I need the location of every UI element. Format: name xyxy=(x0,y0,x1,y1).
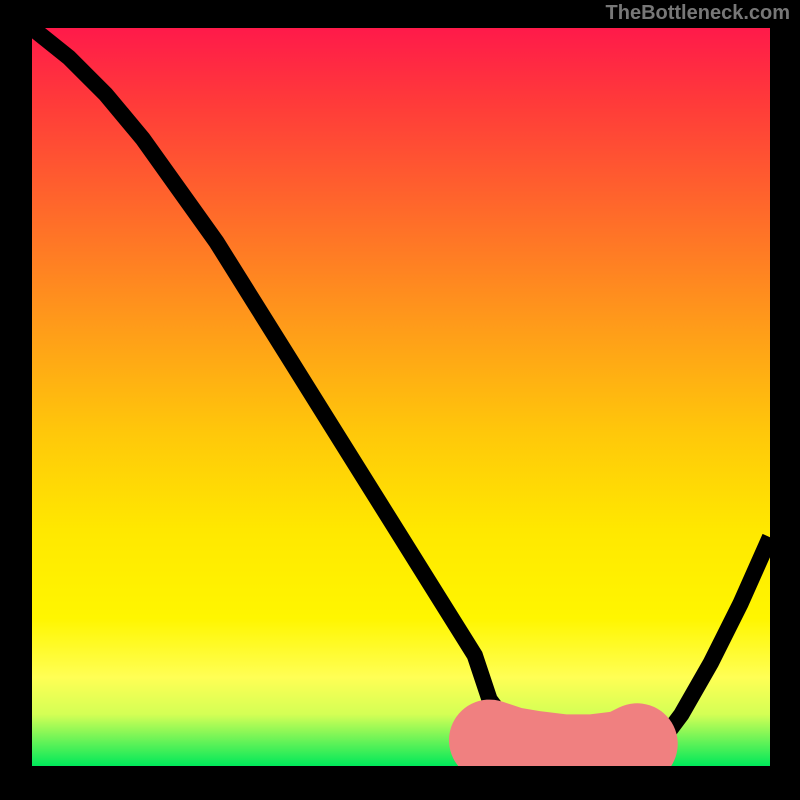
watermark-text: TheBottleneck.com xyxy=(606,2,790,25)
chart-plot-area xyxy=(32,28,770,766)
chart-svg xyxy=(32,28,770,766)
bottleneck-curve-line xyxy=(32,28,770,762)
optimal-range-marker-line xyxy=(490,740,638,755)
